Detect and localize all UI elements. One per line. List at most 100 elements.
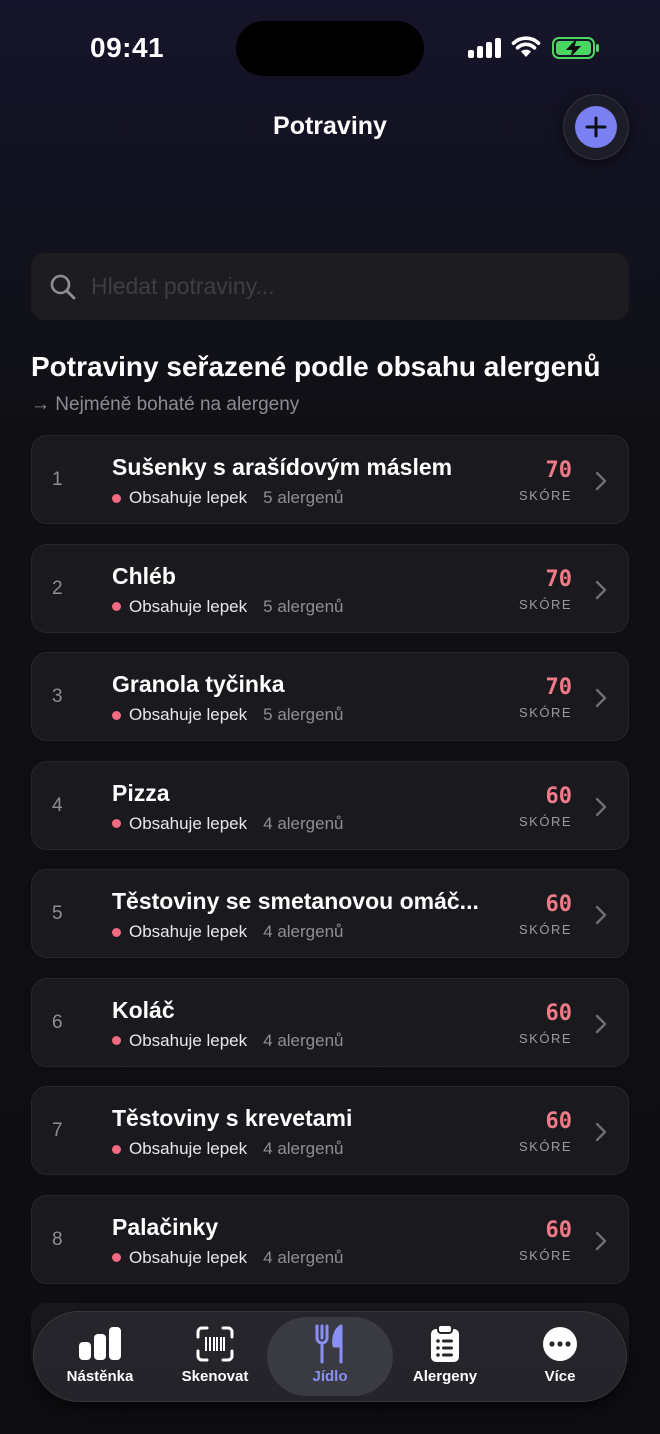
score-label: SKÓRE — [518, 596, 572, 612]
item-score: 60 — [545, 1000, 573, 1026]
score-label: SKÓRE — [518, 922, 572, 937]
item-score: 60 — [545, 1109, 573, 1134]
item-name: Palačinky — [112, 1213, 219, 1240]
list-item[interactable]: 1 Sušenky s arašídovým máslem Obsahuje l… — [31, 435, 629, 524]
tag-label: Obsahuje lepek — [129, 1247, 248, 1267]
barcode-scan-icon — [196, 1326, 234, 1362]
tag-dot-icon — [112, 1036, 121, 1045]
wifi-icon — [511, 36, 541, 57]
allergen-tag: Obsahuje lepek 5 alergenů — [112, 597, 343, 617]
dynamic-island — [236, 21, 424, 76]
chevron-right-icon — [595, 1014, 607, 1033]
tag-dot-icon — [112, 819, 121, 828]
allergen-count: 4 alergenů — [263, 813, 344, 833]
sort-order-label: → Nejméně bohaté na alergeny — [31, 394, 300, 415]
tag-label: Obsahuje lepek — [129, 1139, 248, 1158]
tag-dot-icon — [112, 927, 121, 937]
tab-dashboard[interactable]: Nástěnka — [43, 1311, 157, 1402]
item-rank: 8 — [52, 1228, 63, 1250]
item-name: Granola tyčinka — [112, 671, 285, 697]
list-item[interactable]: 8 Palačinky Obsahuje lepek 4 alergenů 60 … — [31, 1194, 629, 1284]
status-time: 09:41 — [90, 32, 165, 63]
allergen-count: 5 alergenů — [263, 596, 344, 616]
plus-icon — [585, 116, 607, 138]
page-title: Potraviny — [273, 112, 387, 140]
item-rank: 4 — [52, 794, 63, 816]
status-bar: 09:41 — [0, 0, 660, 96]
chevron-right-icon — [595, 905, 607, 925]
tag-dot-icon — [112, 1253, 121, 1262]
chevron-right-icon — [595, 580, 607, 599]
allergen-count: 4 alergenů — [263, 1247, 344, 1267]
search-icon — [50, 274, 76, 299]
item-name: Těstoviny s krevetami — [112, 1105, 353, 1131]
chevron-right-icon — [595, 797, 607, 816]
item-rank: 3 — [52, 686, 63, 707]
tab-food[interactable]: Jídlo — [267, 1311, 393, 1402]
tab-label: Nástěnka — [66, 1368, 134, 1385]
section-title: Potraviny seřazené podle obsahu alergenů — [31, 351, 601, 382]
tab-more[interactable]: Více — [503, 1311, 617, 1402]
item-rank: 1 — [52, 469, 63, 490]
tag-label: Obsahuje lepek — [129, 1030, 248, 1050]
item-name: Sušenky s arašídovým máslem — [112, 454, 453, 480]
add-food-button[interactable] — [563, 94, 629, 160]
item-rank: 7 — [52, 1120, 63, 1141]
allergen-tag: Obsahuje lepek 5 alergenů — [112, 488, 343, 508]
allergen-tag: Obsahuje lepek 4 alergenů — [112, 1031, 343, 1051]
chevron-right-icon — [595, 688, 607, 708]
item-score: 70 — [545, 458, 573, 483]
tag-dot-icon — [112, 602, 121, 611]
chevron-right-icon — [595, 1231, 607, 1250]
item-score: 60 — [545, 783, 573, 809]
score-label: SKÓRE — [518, 1139, 572, 1154]
chevron-right-icon — [595, 1122, 607, 1142]
chart-bars-icon — [79, 1327, 121, 1360]
tag-label: Obsahuje lepek — [129, 705, 248, 724]
score-label: SKÓRE — [518, 1030, 572, 1046]
score-label: SKÓRE — [518, 705, 572, 720]
item-rank: 2 — [52, 577, 63, 599]
item-rank: 6 — [52, 1011, 63, 1033]
score-label: SKÓRE — [518, 488, 572, 503]
score-label: SKÓRE — [518, 1247, 572, 1263]
item-name: Pizza — [112, 779, 170, 806]
list-item[interactable]: 7 Těstoviny s krevetami Obsahuje lepek 4 … — [31, 1086, 629, 1175]
tab-allergens[interactable]: Alergeny — [388, 1311, 502, 1402]
tab-bar: Nástěnka Skenovat Jídlo Alergeny Více — [33, 1311, 627, 1402]
allergen-count: 4 alergenů — [263, 1139, 344, 1158]
allergen-count: 5 alergenů — [263, 705, 344, 724]
list-item[interactable]: 4 Pizza Obsahuje lepek 4 alergenů 60 SKÓR… — [31, 760, 629, 850]
chevron-right-icon — [595, 471, 607, 491]
tab-scan[interactable]: Skenovat — [158, 1311, 272, 1402]
item-score: 70 — [545, 675, 573, 700]
allergen-tag: Obsahuje lepek 4 alergenů — [112, 1139, 343, 1159]
item-name: Chléb — [112, 562, 176, 589]
item-name: Koláč — [112, 996, 175, 1023]
fork-knife-icon — [315, 1324, 343, 1364]
item-score: 70 — [545, 566, 573, 592]
allergen-count: 4 alergenů — [263, 1030, 344, 1050]
allergen-count: 5 alergenů — [263, 488, 344, 507]
search-bar[interactable] — [31, 253, 629, 320]
item-score: 60 — [545, 892, 573, 917]
tag-dot-icon — [112, 710, 121, 720]
list-item[interactable]: 6 Koláč Obsahuje lepek 4 alergenů 60 SKÓR… — [31, 977, 629, 1067]
tab-label: Alergeny — [412, 1368, 478, 1385]
allergen-count: 4 alergenů — [263, 922, 344, 941]
list-item[interactable]: 2 Chléb Obsahuje lepek 5 alergenů 70 SKÓR… — [31, 543, 629, 633]
tab-label: Jídlo — [312, 1368, 348, 1385]
tab-label: Skenovat — [181, 1368, 249, 1385]
search-input[interactable] — [91, 273, 611, 300]
item-rank: 5 — [52, 903, 63, 924]
cellular-signal-icon — [468, 38, 502, 58]
more-dots-icon — [543, 1327, 577, 1361]
list-item[interactable]: 3 Granola tyčinka Obsahuje lepek 5 alerge… — [31, 652, 629, 741]
item-name: Těstoviny se smetanovou omáč... — [112, 888, 479, 914]
allergen-tag: Obsahuje lepek 4 alergenů — [112, 922, 343, 942]
item-score: 60 — [545, 1217, 573, 1243]
tag-dot-icon — [112, 493, 121, 503]
tag-dot-icon — [112, 1144, 121, 1154]
list-item[interactable]: 5 Těstoviny se smetanovou omáč... Obsahu… — [31, 869, 629, 958]
tag-label: Obsahuje lepek — [129, 488, 248, 507]
